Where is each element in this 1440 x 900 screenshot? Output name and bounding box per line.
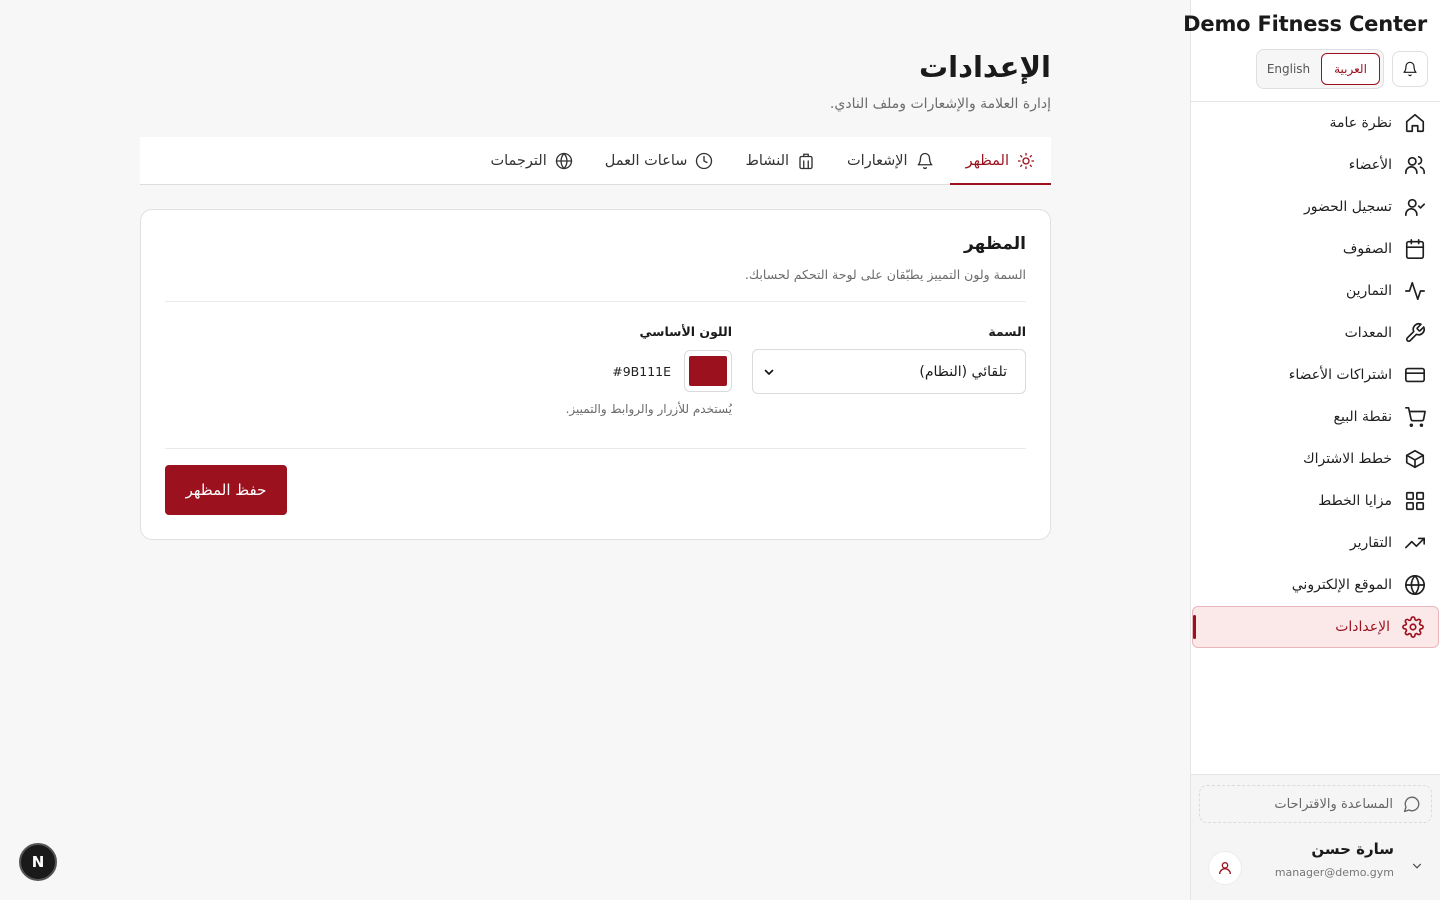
tab-label: الإشعارات [847,152,908,169]
globe-icon [555,152,572,169]
sidebar-item-website[interactable]: الموقع الإلكتروني [1191,564,1440,606]
chevron-down-icon [764,369,774,375]
globe-icon [1405,575,1425,595]
message-circle-icon [1403,796,1420,813]
color-swatch [689,356,727,386]
sidebar-item-label: نظرة عامة [1329,115,1392,131]
sidebar-nav: نظرة عامة الأعضاء تسجيل الحضور الصفوف ال… [1191,102,1440,648]
dev-tools-badge[interactable]: N [19,843,57,881]
sidebar-item-label: مزايا الخطط [1318,493,1392,509]
language-switch: العربية English [1256,49,1384,89]
tab-translations[interactable]: الترجمات [474,137,588,184]
trending-up-icon [1405,537,1425,549]
sidebar-item-label: الموقع الإلكتروني [1291,577,1392,593]
sidebar-item-label: نقطة البيع [1333,409,1392,425]
sidebar-item-pos[interactable]: نقطة البيع [1191,396,1440,438]
sidebar-item-plans[interactable]: خطط الاشتراك [1191,438,1440,480]
activity-icon [1405,281,1425,301]
clock-icon [696,152,713,169]
package-icon [1405,449,1425,469]
notifications-button[interactable] [1392,51,1428,87]
grid-icon [1405,491,1425,511]
sidebar-item-members[interactable]: الأعضاء [1191,144,1440,186]
divider [165,448,1026,449]
calendar-icon [1405,239,1425,259]
sidebar-item-label: اشتراكات الأعضاء [1288,367,1392,383]
sidebar-item-plan-features[interactable]: مزايا الخطط [1191,480,1440,522]
settings-tabs: المظهر الإشعارات النشاط ساعات العمل التر… [140,137,1052,185]
save-appearance-button[interactable]: حفظ المظهر [165,465,287,515]
user-check-icon [1405,198,1425,217]
user-name: سارة حسن [1311,840,1394,858]
sidebar-item-label: تسجيل الحضور [1303,199,1392,215]
users-icon [1405,156,1425,175]
sidebar-item-attendance[interactable]: تسجيل الحضور [1191,186,1440,228]
chevron-down-icon [1412,863,1422,869]
theme-label: السمة [988,324,1026,339]
help-label: المساعدة والاقتراحات [1274,796,1393,812]
avatar [1208,851,1242,885]
color-hex-value: #9B111E [612,364,671,379]
cart-icon [1405,407,1426,427]
card-description: السمة ولون التمييز يطبّقان على لوحة التح… [744,267,1026,282]
sidebar-item-label: الأعضاء [1348,157,1392,173]
sidebar-item-settings[interactable]: الإعدادات [1192,606,1439,648]
tab-label: ساعات العمل [604,152,688,169]
brand-name: Demo Fitness Center [1183,12,1427,36]
sidebar-item-overview[interactable]: نظرة عامة [1191,102,1440,144]
sidebar: Demo Fitness Center العربية English نظرة… [1183,0,1440,900]
sidebar-item-label: الصفوف [1342,241,1392,257]
sidebar-item-classes[interactable]: الصفوف [1191,228,1440,270]
wrench-icon [1406,323,1425,342]
tab-label: الترجمات [490,152,547,169]
appearance-card: المظهر السمة ولون التمييز يطبّقان على لو… [140,209,1051,540]
sidebar-item-workouts[interactable]: التمارين [1191,270,1440,312]
user-email: manager@demo.gym [1274,866,1394,879]
sidebar-item-label: الإعدادات [1335,619,1390,635]
user-icon [1219,862,1231,875]
user-menu[interactable]: سارة حسن manager@demo.gym [1191,835,1440,895]
bell-icon [1403,61,1417,77]
sidebar-footer: المساعدة والاقتراحات سارة حسن manager@de… [1191,774,1440,900]
color-picker[interactable] [684,350,732,392]
tab-label: المظهر [965,152,1009,169]
lang-arabic-button[interactable]: العربية [1321,53,1380,85]
home-icon [1405,113,1425,133]
sidebar-item-equipment[interactable]: المعدات [1191,312,1440,354]
page-subtitle: إدارة العلامة والإشعارات وملف النادي. [829,96,1051,112]
theme-select[interactable]: تلقائي (النظام) [752,349,1026,394]
building-icon [799,153,813,169]
tab-working-hours[interactable]: ساعات العمل [589,137,730,184]
settings-icon [1402,616,1424,638]
bell-icon [917,152,933,169]
credit-card-icon [1405,367,1425,383]
lang-english-button[interactable]: English [1260,53,1317,85]
sidebar-header: Demo Fitness Center العربية English [1183,0,1440,102]
tab-label: النشاط [745,152,790,169]
sidebar-item-label: خطط الاشتراك [1303,451,1392,467]
divider [165,301,1026,302]
theme-value: تلقائي (النظام) [919,363,1007,380]
sidebar-item-reports[interactable]: التقارير [1191,522,1440,564]
tab-activity[interactable]: النشاط [729,137,831,184]
tab-notifications[interactable]: الإشعارات [831,137,950,184]
card-title: المظهر [964,234,1026,254]
tab-appearance[interactable]: المظهر [949,137,1052,185]
primary-color-label: اللون الأساسي [639,324,732,339]
sidebar-item-label: التمارين [1345,283,1392,299]
sidebar-item-memberships[interactable]: اشتراكات الأعضاء [1191,354,1440,396]
sidebar-item-label: التقارير [1349,535,1392,551]
color-hint: يُستخدم للأزرار والروابط والتمييز. [565,402,732,416]
sidebar-item-label: المعدات [1344,325,1392,341]
help-feedback-button[interactable]: المساعدة والاقتراحات [1199,785,1432,823]
page-title: الإعدادات [918,50,1051,84]
sun-icon [1017,152,1035,169]
